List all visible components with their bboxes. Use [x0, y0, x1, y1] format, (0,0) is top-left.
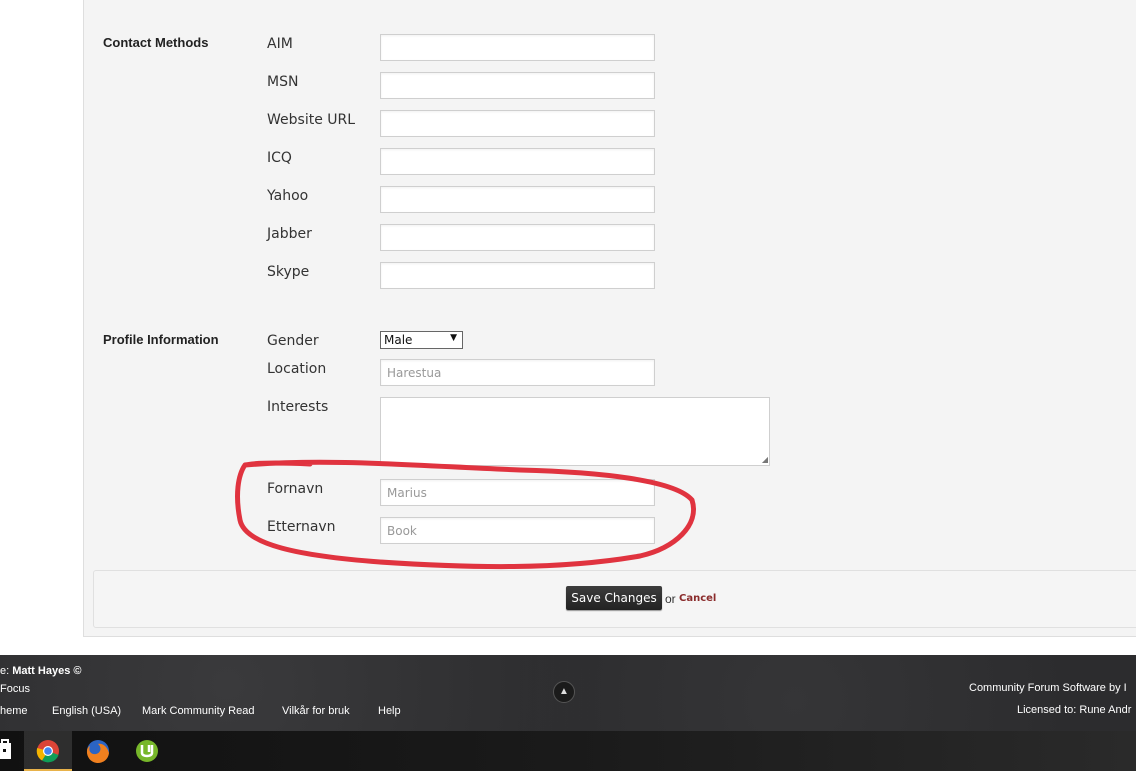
- utorrent-icon[interactable]: [123, 731, 171, 771]
- yahoo-label: Yahoo: [267, 188, 309, 204]
- skype-label: Skype: [267, 264, 310, 280]
- jabber-label: Jabber: [267, 226, 312, 242]
- software-credit[interactable]: Community Forum Software by I: [969, 682, 1127, 694]
- jabber-field[interactable]: [380, 224, 655, 251]
- or-text: or: [665, 592, 676, 606]
- etternavn-field[interactable]: Book: [380, 517, 655, 544]
- credit-name[interactable]: Matt Hayes ©: [12, 665, 81, 677]
- gender-select-value: Male: [384, 333, 413, 347]
- credit-prefix: e:: [0, 665, 13, 677]
- location-label: Location: [267, 361, 327, 377]
- interests-label: Interests: [267, 399, 329, 415]
- yahoo-field[interactable]: [380, 186, 655, 213]
- website-url-label: Website URL: [267, 112, 356, 128]
- save-changes-button[interactable]: Save Changes: [566, 586, 662, 610]
- chrome-icon[interactable]: [24, 731, 72, 771]
- dropdown-arrow-icon: ▼: [450, 333, 457, 343]
- taskbar: [0, 731, 1136, 771]
- aim-field[interactable]: [380, 34, 655, 61]
- footer-link-terms[interactable]: Vilkår for bruk: [282, 705, 350, 717]
- arrow-up-icon: ▲: [559, 686, 569, 697]
- license-text: Licensed to: Rune Andr: [1017, 704, 1132, 716]
- gender-label: Gender: [267, 333, 319, 349]
- cancel-link[interactable]: Cancel: [679, 593, 716, 604]
- firefox-icon[interactable]: [74, 731, 122, 771]
- fornavn-label: Fornavn: [267, 481, 324, 497]
- resize-handle-icon[interactable]: ◢: [762, 455, 768, 464]
- footer-link-language[interactable]: English (USA): [52, 705, 121, 717]
- footer-link-mark-read[interactable]: Mark Community Read: [142, 705, 254, 717]
- footer-link-theme[interactable]: heme: [0, 705, 28, 717]
- icq-field[interactable]: [380, 148, 655, 175]
- msn-field[interactable]: [380, 72, 655, 99]
- focus-link[interactable]: Focus: [0, 683, 30, 695]
- etternavn-label: Etternavn: [267, 519, 336, 535]
- aim-label: AIM: [267, 36, 293, 52]
- fornavn-field[interactable]: Marius: [380, 479, 655, 506]
- contact-methods-title: Contact Methods: [103, 35, 209, 50]
- credit-line: e: Matt Hayes ©: [0, 665, 81, 677]
- gender-select[interactable]: Male ▼: [380, 331, 463, 349]
- skype-field[interactable]: [380, 262, 655, 289]
- location-field[interactable]: Harestua: [380, 359, 655, 386]
- profile-information-title: Profile Information: [103, 332, 219, 347]
- footer-link-help[interactable]: Help: [378, 705, 401, 717]
- icq-label: ICQ: [267, 150, 292, 166]
- msn-label: MSN: [267, 74, 299, 90]
- back-to-top-button[interactable]: ▲: [553, 681, 575, 703]
- website-url-field[interactable]: [380, 110, 655, 137]
- interests-textarea[interactable]: ◢: [380, 397, 770, 466]
